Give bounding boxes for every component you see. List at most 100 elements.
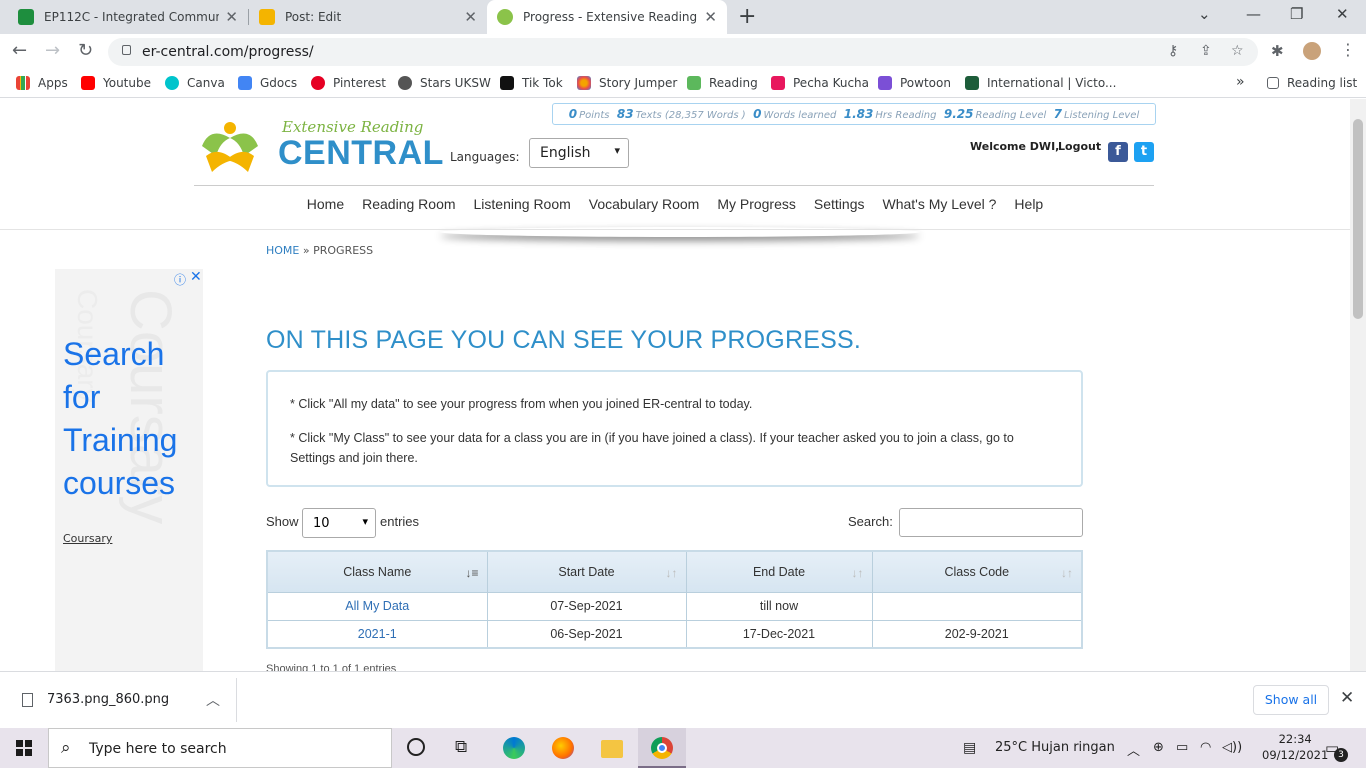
stat-value: 83 [616, 107, 634, 121]
meet-now-icon[interactable]: ⊕ [1153, 740, 1164, 755]
class-link[interactable]: All My Data [345, 599, 409, 613]
chevron-up-icon[interactable]: ︿ [206, 690, 220, 710]
info-text-all-data: * Click "All my data" to see your progre… [290, 397, 753, 411]
nav-whats-my-level[interactable]: What's My Level ? [873, 196, 1005, 212]
close-tab-icon[interactable]: ✕ [704, 8, 717, 26]
address-bar[interactable]: er-central.com/progress/ ⚷ ⇪ ☆ [108, 38, 1258, 66]
tab-search-chevron-icon[interactable]: ⌄ [1198, 5, 1211, 23]
system-clock[interactable]: 22:34 09/12/2021 [1262, 731, 1328, 763]
wifi-icon[interactable]: ◠ [1200, 740, 1211, 755]
tab-ep112c[interactable]: EP112C - Integrated Communicati ✕ [8, 0, 248, 34]
bookmark-international[interactable]: International | Victo... [965, 76, 1116, 90]
bookmark-pecha-kucha[interactable]: Pecha Kucha [771, 76, 869, 90]
logo-wordmark: CENTRAL [278, 134, 444, 172]
battery-icon[interactable]: ▭ [1176, 740, 1188, 755]
weather-text[interactable]: 25°C Hujan ringan [995, 740, 1115, 755]
ad-headline[interactable]: Search for Training courses [63, 333, 177, 505]
task-view-icon[interactable]: ⧉ [455, 737, 467, 757]
search-input[interactable] [899, 508, 1083, 537]
nav-reading-room[interactable]: Reading Room [353, 196, 464, 212]
col-start-date[interactable]: Start Date ↓↑ [486, 550, 687, 593]
twitter-icon[interactable]: t [1134, 142, 1154, 162]
bookmark-label: Powtoon [900, 76, 951, 90]
bookmark-powtoon[interactable]: Powtoon [878, 76, 951, 90]
ad-info-icon[interactable]: ⓘ [174, 271, 186, 288]
pinterest-icon [311, 76, 325, 90]
share-icon[interactable]: ⇪ [1200, 43, 1212, 59]
facebook-icon[interactable]: f [1108, 142, 1128, 162]
logout-link[interactable]: Logout [1058, 140, 1101, 153]
nav-settings[interactable]: Settings [805, 196, 874, 212]
back-icon[interactable]: ← [12, 40, 27, 61]
breadcrumb-home[interactable]: HOME [266, 244, 299, 257]
restore-icon[interactable]: ❐ [1290, 5, 1303, 23]
bookmark-canva[interactable]: Canva [165, 76, 225, 90]
bookmark-tiktok[interactable]: Tik Tok [500, 76, 563, 90]
nav-listening-room[interactable]: Listening Room [465, 196, 580, 212]
table-header-row: Class Name ↓≡ Start Date ↓↑ End Date ↓↑ Cla… [266, 550, 1083, 593]
more-bookmarks-icon[interactable]: » [1236, 74, 1245, 90]
nav-home[interactable]: Home [298, 196, 353, 212]
col-class-code[interactable]: Class Code ↓↑ [871, 550, 1083, 593]
windows-start-icon[interactable] [16, 740, 32, 756]
bookmark-apps[interactable]: Apps [16, 76, 68, 90]
news-widget-icon[interactable]: ▤ [963, 740, 976, 756]
bookmark-youtube[interactable]: Youtube [81, 76, 151, 90]
bookmark-label: Stars UKSW [420, 76, 491, 90]
minimize-icon[interactable]: — [1246, 5, 1261, 23]
volume-icon[interactable]: ◁)) [1222, 740, 1242, 755]
cell-start-date: 06-Sep-2021 [486, 619, 687, 649]
file-explorer-icon[interactable] [601, 740, 623, 758]
menu-dots-icon[interactable]: ⋮ [1340, 40, 1356, 59]
firefox-icon[interactable] [552, 737, 574, 759]
reading-icon [687, 76, 701, 90]
nav-vocabulary-room[interactable]: Vocabulary Room [580, 196, 709, 212]
edge-icon[interactable] [503, 737, 525, 759]
cortana-icon[interactable] [407, 738, 425, 756]
reload-icon[interactable]: ↻ [78, 40, 93, 61]
download-item[interactable]: 7363.png_860.png [22, 692, 169, 707]
key-icon[interactable]: ⚷ [1168, 43, 1178, 59]
reading-list-button[interactable]: Reading list [1267, 76, 1357, 90]
tab-title: Progress - Extensive Reading Cen [523, 10, 698, 24]
ad-headline-line: Search [63, 336, 165, 372]
tab-progress[interactable]: Progress - Extensive Reading Cen ✕ [487, 0, 727, 34]
profile-avatar[interactable] [1303, 42, 1321, 60]
ad-brand-link[interactable]: Coursary [63, 532, 112, 545]
bookmark-label: Pecha Kucha [793, 76, 869, 90]
ad-close-icon[interactable]: ✕ [190, 269, 202, 285]
stat-value: 7 [1053, 107, 1063, 121]
close-window-icon[interactable]: ✕ [1336, 5, 1349, 23]
bookmark-gdocs[interactable]: Gdocs [238, 76, 297, 90]
er-central-logo[interactable]: Extensive Reading CENTRAL [198, 116, 443, 178]
bookmark-label: Canva [187, 76, 225, 90]
language-select[interactable]: English ▾ [529, 138, 629, 168]
col-end-date[interactable]: End Date ↓↑ [685, 550, 873, 593]
close-tab-icon[interactable]: ✕ [464, 8, 477, 26]
new-tab-icon[interactable]: + [738, 4, 756, 29]
tray-chevron-up-icon[interactable]: ︿ [1127, 740, 1140, 759]
stats-bar: 0 Points 83 Texts (28,357 Words ) 0 Words l… [552, 103, 1156, 125]
forward-icon[interactable]: → [45, 40, 60, 61]
bookmark-stars-uksw[interactable]: Stars UKSW [398, 76, 491, 90]
lock-icon [122, 45, 131, 55]
entries-select[interactable]: 10 ▾ [302, 508, 376, 538]
class-link[interactable]: 2021-1 [358, 627, 397, 641]
ad-banner[interactable]: Coursary Coursary Search for Training co… [55, 269, 203, 671]
page-scrollbar[interactable] [1350, 99, 1366, 671]
tab-post-edit[interactable]: Post: Edit ✕ [249, 0, 487, 34]
scrollbar-thumb[interactable] [1353, 119, 1363, 319]
nav-help[interactable]: Help [1005, 196, 1052, 212]
bookmark-star-icon[interactable]: ☆ [1231, 43, 1244, 59]
close-tab-icon[interactable]: ✕ [225, 8, 238, 26]
nav-my-progress[interactable]: My Progress [708, 196, 805, 212]
col-class-name[interactable]: Class Name ↓≡ [266, 550, 488, 593]
show-all-button[interactable]: Show all [1253, 685, 1329, 715]
close-downloads-icon[interactable]: ✕ [1340, 688, 1354, 708]
bookmark-pinterest[interactable]: Pinterest [311, 76, 386, 90]
taskbar-search[interactable]: ⌕ Type here to search [48, 728, 392, 768]
extensions-icon[interactable]: ✱ [1271, 42, 1284, 60]
url-text[interactable]: er-central.com/progress/ [142, 44, 314, 60]
bookmark-reading[interactable]: Reading [687, 76, 758, 90]
bookmark-story-jumper[interactable]: Story Jumper [577, 76, 677, 90]
